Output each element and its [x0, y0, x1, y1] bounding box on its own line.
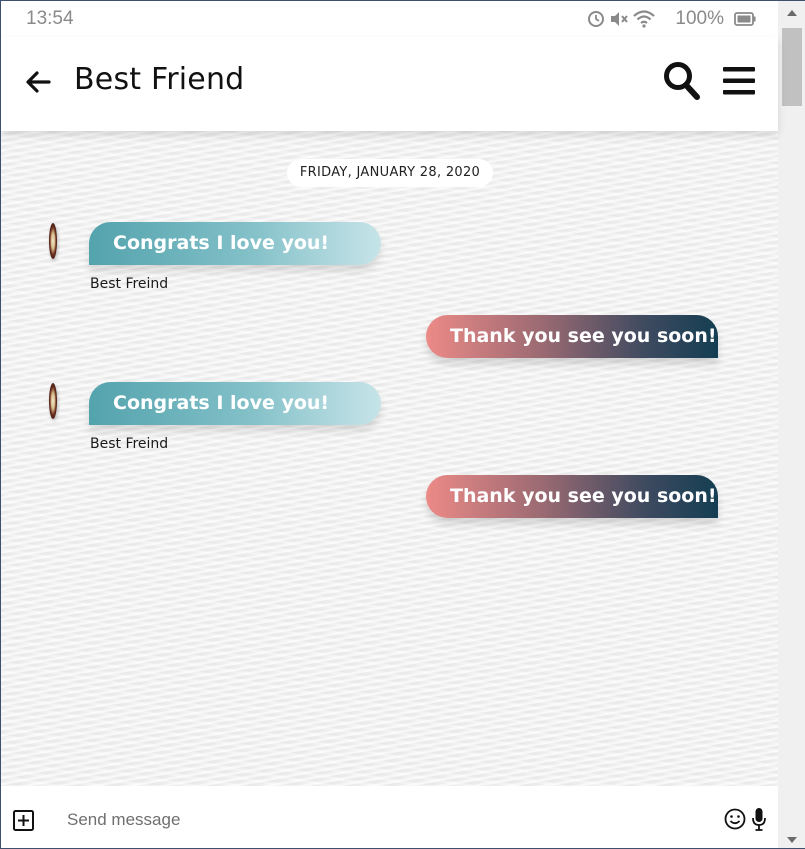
microphone-icon [752, 808, 766, 831]
avatar[interactable] [49, 223, 57, 259]
scroll-down-arrow-icon[interactable] [787, 837, 797, 843]
smiley-icon [724, 808, 746, 830]
arrow-left-icon [26, 71, 51, 93]
chat-area[interactable]: FRIDAY, JANUARY 28, 2020 Congrats I love… [1, 131, 778, 786]
status-icons: 100% [587, 8, 756, 30]
outgoing-message-bubble[interactable]: Thank you see you soon! [426, 475, 718, 518]
app-window: 13:54 100% Best Friend FRIDAY, JANUARY 2… [0, 0, 805, 849]
message-composer [1, 786, 778, 848]
menu-button[interactable] [722, 65, 756, 97]
sender-name: Best Freind [90, 436, 169, 452]
mute-icon [609, 10, 629, 28]
status-time: 13:54 [26, 8, 74, 29]
attach-button[interactable] [13, 810, 34, 831]
battery-icon [734, 12, 756, 26]
chat-header: Best Friend [1, 37, 778, 131]
wifi-icon [633, 10, 656, 28]
hamburger-menu-icon [723, 67, 755, 95]
scroll-up-arrow-icon[interactable] [787, 10, 797, 16]
scroll-thumb[interactable] [782, 28, 802, 106]
battery-percent: 100% [675, 8, 724, 29]
incoming-message-bubble[interactable]: Congrats I love you! [89, 222, 381, 265]
outgoing-message-bubble[interactable]: Thank you see you soon! [426, 315, 718, 358]
chat-title: Best Friend [74, 62, 245, 97]
alarm-icon [587, 10, 605, 28]
back-button[interactable] [23, 67, 53, 97]
scrollbar[interactable] [778, 1, 805, 848]
plus-square-icon [13, 810, 34, 831]
status-bar: 13:54 100% [1, 1, 778, 37]
emoji-button[interactable] [724, 808, 746, 830]
message-input[interactable] [67, 806, 707, 834]
search-icon [664, 62, 700, 100]
date-separator: FRIDAY, JANUARY 28, 2020 [287, 159, 493, 187]
sender-name: Best Freind [90, 276, 169, 292]
microphone-button[interactable] [751, 807, 767, 832]
incoming-message-bubble[interactable]: Congrats I love you! [89, 382, 381, 425]
search-button[interactable] [663, 61, 701, 101]
avatar[interactable] [49, 383, 57, 419]
